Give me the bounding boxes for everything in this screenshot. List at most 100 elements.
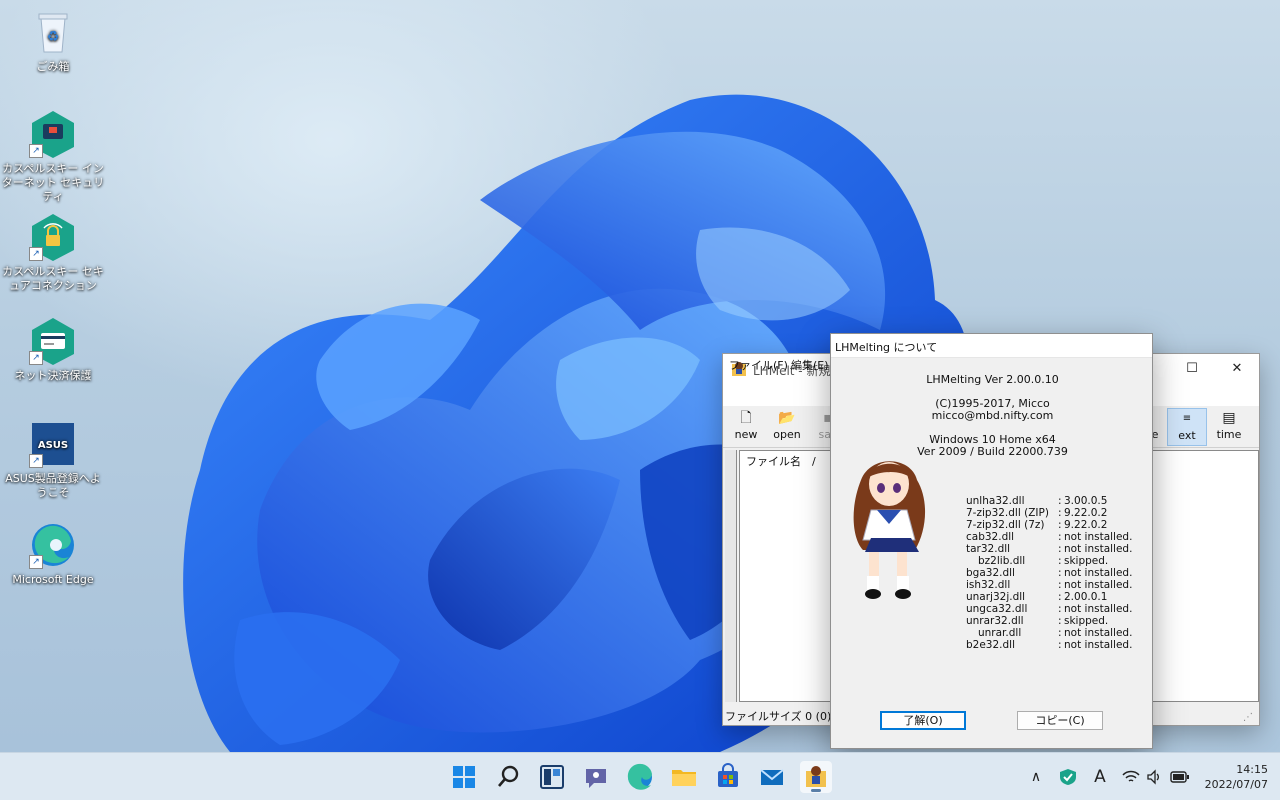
teams-chat-icon [586, 769, 606, 788]
wifi-icon[interactable] [1122, 769, 1140, 785]
dll-status: not installed. [1064, 543, 1133, 555]
dll-name: ish32.dll [966, 579, 1011, 591]
dll-row: unrar32.dll: skipped. [966, 615, 1132, 627]
dll-name: ungca32.dll [966, 603, 1028, 615]
dll-status: skipped. [1064, 615, 1109, 627]
resize-grip-icon[interactable]: ⋰ [1243, 712, 1253, 723]
edge-icon: ↗ [29, 521, 77, 569]
shortcut-arrow-icon: ↗ [29, 454, 43, 468]
edge-button[interactable] [624, 761, 656, 793]
kaspersky-tray-icon[interactable] [1058, 768, 1078, 786]
edge-icon [627, 763, 652, 790]
recycle-bin-icon: ♻ [29, 8, 77, 56]
menu-file[interactable]: ファイル(F) [729, 357, 788, 373]
dll-status: not installed. [1064, 627, 1133, 639]
shortcut-arrow-icon: ↗ [29, 555, 43, 569]
dll-row: unrar.dll: not installed. [966, 627, 1132, 639]
svg-text:ASUS: ASUS [38, 440, 68, 451]
desktop-icon-edge[interactable]: ↗ Microsoft Edge [1, 521, 105, 587]
close-button[interactable]: ✕ [1214, 354, 1260, 384]
search-button[interactable] [492, 761, 524, 793]
dll-status: 9.22.0.2 [1064, 507, 1108, 519]
dll-status: 2.00.0.1 [1064, 591, 1108, 603]
desktop-icon-label: ネット決済保護 [14, 369, 92, 382]
desktop-icon-kaspersky-payment[interactable]: ↗ ネット決済保護 [1, 317, 105, 383]
sort-time-icon: ▤ [1222, 410, 1236, 426]
dll-row: cab32.dll: not installed. [966, 531, 1132, 543]
dll-status: 9.22.0.2 [1064, 519, 1108, 531]
dll-row: tar32.dll: not installed. [966, 543, 1132, 555]
dll-row: bga32.dll: not installed. [966, 567, 1132, 579]
toolbar-new-button[interactable]: 🗋 new [726, 408, 766, 446]
windows-logo-icon [453, 766, 475, 788]
kaspersky-payment-icon: ↗ [29, 317, 77, 365]
dll-status: not installed. [1064, 531, 1133, 543]
dll-version-table: unlha32.dll:3.00.0.5 7-zip32.dll (ZIP):9.… [966, 495, 1132, 651]
dll-row: 7-zip32.dll (ZIP):9.22.0.2 [966, 507, 1132, 519]
dll-name: unarj32j.dll [966, 591, 1026, 603]
dll-name: b2e32.dll [966, 639, 1016, 651]
toolbar-time-button[interactable]: ▤ time [1209, 408, 1249, 446]
desktop-icon-recycle-bin[interactable]: ♻ ごみ箱 [1, 8, 105, 74]
dll-status: 3.00.0.5 [1064, 495, 1108, 507]
dll-status: not installed. [1064, 579, 1133, 591]
toolbar-label: time [1216, 428, 1242, 441]
widgets-button[interactable] [536, 761, 568, 793]
dll-row: ish32.dll: not installed. [966, 579, 1132, 591]
teams-chat-button[interactable] [580, 761, 612, 793]
dll-status: skipped. [1064, 555, 1109, 567]
shortcut-arrow-icon: ↗ [29, 247, 43, 261]
dialog-title: LHMelting について [831, 334, 1152, 358]
app-version: LHMelting Ver 2.00.0.10 [926, 373, 1059, 386]
toolbar-ext-button[interactable]: ≡ ext [1167, 408, 1207, 446]
about-dialog[interactable]: LHMelting について LHMelting Ver 2.00.0.10 (… [830, 333, 1153, 749]
battery-icon[interactable] [1170, 771, 1190, 783]
ok-button[interactable]: 了解(O) [880, 711, 966, 730]
dll-row: bz2lib.dll: skipped. [966, 555, 1132, 567]
folder-tree-pane[interactable] [725, 450, 737, 702]
dll-status: not installed. [1064, 567, 1133, 579]
dll-row: unarj32j.dll:2.00.0.1 [966, 591, 1132, 603]
maximize-button[interactable]: ☐ [1169, 354, 1215, 384]
dll-name: bga32.dll [966, 567, 1015, 579]
desktop-icon-asus[interactable]: ASUS ↗ ASUS製品登録へようこそ [1, 420, 105, 500]
desktop-icon-kaspersky-security[interactable]: ↗ カスペルスキー インターネット セキュリティ [1, 110, 105, 204]
dll-name: 7-zip32.dll (7z) [966, 519, 1045, 531]
ime-indicator[interactable]: A [1090, 753, 1110, 800]
open-folder-icon: 📂 [778, 410, 796, 426]
dll-row: ungca32.dll: not installed. [966, 603, 1132, 615]
mail-button[interactable] [756, 761, 788, 793]
dll-name: unlha32.dll [966, 495, 1025, 507]
dll-name: unrar.dll [978, 627, 1022, 639]
desktop-icon-label: カスペルスキー インターネット セキュリティ [1, 162, 105, 203]
desktop-icon-label: Microsoft Edge [12, 573, 94, 586]
store-icon [718, 763, 738, 787]
sort-ext-icon: ≡ [1182, 413, 1192, 424]
dll-name: tar32.dll [966, 543, 1011, 555]
desktop-icon-label: カスペルスキー セキュアコネクション [2, 265, 104, 292]
copy-button[interactable]: コピー(C) [1017, 711, 1103, 730]
menu-edit[interactable]: 編集(E) [791, 357, 829, 373]
folder-icon [672, 770, 696, 786]
start-button[interactable] [448, 761, 480, 793]
author-email: micco@mbd.nifty.com [931, 409, 1054, 422]
lhmelt-button[interactable] [800, 761, 832, 793]
clock[interactable]: 14:15 2022/07/07 [1205, 762, 1268, 792]
dll-status: not installed. [1064, 639, 1133, 651]
dll-name: 7-zip32.dll (ZIP) [966, 507, 1049, 519]
file-explorer-button[interactable] [668, 761, 700, 793]
kaspersky-security-icon: ↗ [29, 110, 77, 158]
store-button[interactable] [712, 761, 744, 793]
volume-icon[interactable] [1146, 769, 1162, 785]
dll-name: bz2lib.dll [978, 555, 1026, 567]
tray-overflow-chevron-icon[interactable]: ∧ [1026, 753, 1046, 800]
toolbar-open-button[interactable]: 📂 open [767, 408, 807, 446]
column-header-filename[interactable]: ファイル名 / [746, 453, 816, 469]
shortcut-arrow-icon: ↗ [29, 144, 43, 158]
toolbar-label: open [773, 428, 801, 441]
lhmelt-icon [806, 766, 826, 787]
desktop-icon-kaspersky-vpn[interactable]: ↗ カスペルスキー セキュアコネクション [1, 213, 105, 293]
dll-row: unlha32.dll:3.00.0.5 [966, 495, 1132, 507]
clock-date: 2022/07/07 [1204, 778, 1268, 791]
mascot-illustration [853, 461, 926, 599]
